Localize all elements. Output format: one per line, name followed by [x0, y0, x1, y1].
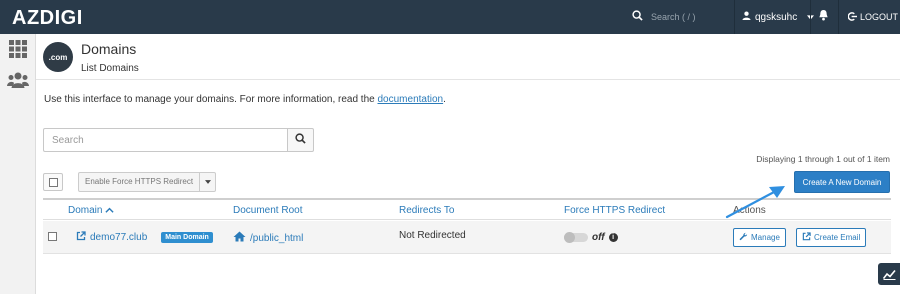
intro-text: Use this interface to manage your domain…: [44, 94, 446, 105]
wrench-icon: [739, 232, 748, 243]
logout-icon: [847, 11, 857, 23]
divider: [838, 0, 839, 34]
intro-body: Use this interface to manage your domain…: [44, 94, 378, 105]
create-email-label[interactable]: Create Email: [814, 233, 860, 242]
page-subtitle: List Domains: [81, 63, 139, 74]
domains-logo: .com: [43, 42, 73, 72]
annotation-arrow-icon: [725, 186, 785, 219]
external-link-icon: [802, 232, 811, 243]
left-sidebar: [0, 34, 36, 294]
bulk-action-button[interactable]: Enable Force HTTPS Redirect: [78, 172, 217, 192]
users-icon[interactable]: [7, 69, 29, 91]
column-domain-label[interactable]: Domain: [68, 205, 102, 216]
intro-suffix: .: [443, 94, 446, 105]
redirects-to-cell: Not Redirected: [399, 230, 466, 241]
pagination-summary: Displaying 1 through 1 out of 1 item: [756, 154, 890, 164]
notifications-button[interactable]: [818, 0, 829, 34]
search-icon[interactable]: [632, 8, 643, 26]
user-icon: [742, 11, 751, 23]
divider: [810, 0, 811, 34]
bell-icon[interactable]: [818, 8, 829, 26]
domain-search: [43, 128, 314, 152]
brand-logo[interactable]: AZDIGI: [12, 7, 83, 30]
username[interactable]: qgsksuhc: [755, 12, 797, 23]
create-email-button[interactable]: Create Email: [796, 228, 867, 247]
domain-link[interactable]: demo77.club: [90, 232, 147, 243]
force-https-cell: off i: [564, 232, 618, 243]
column-document-root[interactable]: Document Root: [233, 205, 302, 216]
column-domain[interactable]: Domain: [68, 205, 114, 216]
manage-button[interactable]: Manage: [733, 228, 786, 247]
row-checkbox[interactable]: [48, 232, 57, 241]
main-content: .com Domains List Domains Use this inter…: [36, 34, 900, 294]
global-search[interactable]: Search ( / ): [624, 0, 734, 34]
logout-label[interactable]: LOGOUT: [860, 12, 898, 22]
grid-icon[interactable]: [7, 38, 29, 60]
stats-chart-icon[interactable]: [878, 263, 900, 285]
documentation-link[interactable]: documentation: [378, 94, 444, 105]
sort-up-icon[interactable]: [105, 205, 114, 216]
user-menu[interactable]: qgsksuhc: [742, 0, 815, 34]
main-domain-badge: Main Domain: [161, 232, 213, 243]
page-title: Domains: [81, 41, 137, 57]
create-domain-button[interactable]: Create A New Domain: [794, 171, 890, 193]
search-icon: [295, 131, 306, 149]
global-search-placeholder[interactable]: Search ( / ): [651, 12, 696, 22]
document-root-cell: /public_html: [233, 231, 303, 245]
table-row: demo77.club Main Domain /public_html Not…: [43, 221, 891, 254]
search-button[interactable]: [287, 128, 314, 152]
document-root-link[interactable]: /public_html: [250, 233, 303, 244]
manage-label[interactable]: Manage: [751, 233, 780, 242]
bulk-action-label[interactable]: Enable Force HTTPS Redirect: [79, 173, 201, 191]
divider: [734, 0, 735, 34]
select-all-checkbox[interactable]: [43, 173, 63, 191]
external-link-icon[interactable]: [76, 231, 86, 244]
header-divider: [36, 79, 900, 80]
caret-down-icon[interactable]: [200, 173, 215, 191]
toggle-state-label: off: [592, 232, 605, 243]
force-https-toggle[interactable]: [564, 232, 588, 243]
top-navbar: AZDIGI Search ( / ) qgsksuhc LOGOUT: [0, 0, 900, 34]
domain-cell: demo77.club Main Domain: [76, 231, 213, 244]
logout-button[interactable]: LOGOUT: [847, 0, 898, 34]
search-input[interactable]: [43, 128, 287, 152]
column-force-https[interactable]: Force HTTPS Redirect: [564, 205, 665, 216]
info-icon[interactable]: i: [608, 233, 618, 242]
home-icon[interactable]: [233, 231, 246, 245]
column-redirects-to[interactable]: Redirects To: [399, 205, 454, 216]
checkbox-box[interactable]: [48, 177, 58, 187]
